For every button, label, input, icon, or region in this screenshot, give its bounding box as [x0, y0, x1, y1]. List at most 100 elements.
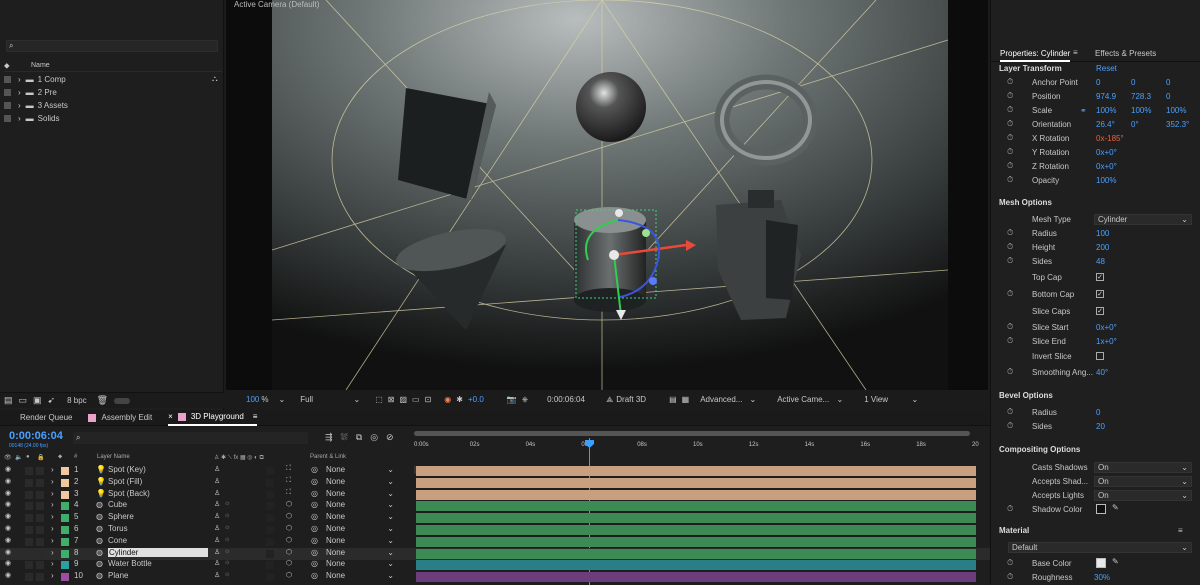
panel-menu-icon[interactable]: ≡ [253, 412, 258, 421]
chevron-right-icon[interactable]: › [51, 489, 54, 498]
mesh-option-checkbox[interactable]: ✓ [1096, 290, 1104, 298]
stopwatch-icon[interactable]: ⏱ [1007, 175, 1013, 185]
layer-row[interactable]: ◉ › 1 💡 Spot (Key) ♙ ⛶ ◎ None ⌄ [0, 465, 990, 477]
parent-select[interactable]: None ⌄ [326, 524, 394, 533]
chevron-right-icon[interactable]: › [51, 559, 54, 568]
layer-color-label[interactable] [61, 490, 69, 499]
parent-select[interactable]: None ⌄ [326, 536, 394, 545]
layer-name[interactable]: Cylinder [108, 547, 208, 557]
region-of-interest-icon[interactable]: ⬚ [375, 395, 383, 404]
parent-select[interactable]: None ⌄ [326, 477, 394, 486]
chevron-right-icon[interactable]: › [51, 512, 54, 521]
lock-toggle[interactable] [36, 573, 44, 582]
light-3d-icon[interactable]: ⛶ [286, 477, 291, 485]
parent-select[interactable]: None ⌄ [326, 512, 394, 521]
shy-switch-icon[interactable]: ♙ [214, 559, 220, 567]
time-ruler[interactable]: 0:00s02s04s06s08s10s12s14s16s18s20 [414, 430, 979, 474]
layer-duration-bar[interactable] [416, 477, 976, 488]
visibility-eye-icon[interactable]: ◉ [5, 477, 11, 485]
chevron-right-icon[interactable]: › [51, 571, 54, 580]
cube-3d-icon[interactable]: ⬡ [286, 559, 292, 567]
comp-mini-flowchart-icon[interactable]: ⇶ [325, 432, 333, 443]
graph-editor-icon[interactable]: ⊘ [386, 432, 394, 443]
lock-toggle[interactable] [36, 490, 44, 499]
transform-value[interactable]: 100% [1096, 106, 1116, 115]
flowchart-icon[interactable]: ⛬ [212, 74, 218, 84]
3d-switch[interactable] [266, 490, 274, 499]
stopwatch-icon[interactable]: ⏱ [1007, 407, 1013, 417]
transform-value[interactable]: 0x+0° [1096, 148, 1117, 157]
layer-color-label[interactable] [61, 478, 69, 487]
lock-toggle[interactable] [36, 467, 44, 475]
work-area-bar[interactable] [414, 431, 970, 436]
snapshot-icon[interactable]: 📷 [507, 395, 517, 404]
project-search-input[interactable] [16, 41, 207, 51]
pick-whip-icon[interactable]: ◎ [311, 500, 318, 509]
mesh-option-value[interactable]: 200 [1096, 243, 1109, 252]
stopwatch-icon[interactable]: ⏱ [1007, 322, 1013, 332]
layer-name[interactable]: Water Bottle [108, 559, 152, 568]
solo-toggle[interactable] [25, 467, 33, 475]
layer-name[interactable]: Spot (Back) [108, 489, 150, 498]
solo-toggle[interactable] [25, 537, 33, 546]
stopwatch-icon[interactable]: ⏱ [1007, 572, 1013, 582]
layer-color-label[interactable] [61, 467, 69, 475]
mesh-option-value[interactable]: 40° [1096, 368, 1108, 377]
3d-switch[interactable] [266, 549, 274, 558]
lock-toggle[interactable] [36, 526, 44, 534]
reset-link[interactable]: Reset [1096, 64, 1117, 73]
layer-name[interactable]: Sphere [108, 512, 134, 521]
transform-value[interactable]: 0 [1131, 78, 1135, 87]
layer-duration-bar[interactable] [416, 489, 976, 500]
lock-toggle[interactable] [36, 502, 44, 511]
label-swatch[interactable] [4, 88, 11, 96]
shy-layers-icon[interactable]: ⧉ [356, 432, 362, 443]
layer-color-label[interactable] [61, 502, 69, 511]
quality-switch-icon[interactable]: ☼ [224, 512, 230, 519]
layer-row[interactable]: ◉ › 7 ◍ Cone ♙ ☼ ⬡ ◎ None ⌄ [0, 536, 990, 548]
parent-select[interactable]: None ⌄ [326, 559, 394, 568]
timeline-tab[interactable]: Render Queue [20, 410, 72, 426]
shy-switch-icon[interactable]: ♙ [214, 477, 220, 485]
roughness-value[interactable]: 30% [1094, 573, 1110, 582]
layer-color-label[interactable] [61, 549, 69, 558]
solo-toggle[interactable] [25, 549, 33, 558]
stopwatch-icon[interactable]: ⏱ [1007, 558, 1013, 568]
parent-select[interactable]: None ⌄ [326, 500, 394, 509]
bevel-value[interactable]: 0 [1096, 408, 1100, 417]
tab-properties[interactable]: Properties: Cylinder [1000, 49, 1071, 62]
renderer-button[interactable]: ⟁ Draft 3D [606, 395, 646, 405]
transform-value[interactable]: 0 [1166, 78, 1170, 87]
layer-name[interactable]: Plane [108, 571, 128, 580]
constrain-proportions-icon[interactable]: ⚭ [1080, 106, 1087, 115]
viewer-timecode[interactable]: 0:00:06:04 [547, 395, 591, 404]
layer-row[interactable]: ◉ › 10 ◍ Plane ♙ ☼ ⬡ ◎ None ⌄ [0, 571, 990, 583]
stopwatch-icon[interactable]: ⏱ [1007, 421, 1013, 431]
bpc-label[interactable]: 8 bpc [67, 396, 87, 405]
stopwatch-icon[interactable]: ⏱ [1007, 336, 1013, 346]
visibility-eye-icon[interactable]: ◉ [5, 489, 11, 497]
project-item[interactable]: › ▬ 3 Assets [4, 99, 222, 111]
mesh-option-value[interactable]: 48 [1096, 257, 1105, 266]
layer-row[interactable]: ◉ › 2 💡 Spot (Fill) ♙ ⛶ ◎ None ⌄ [0, 477, 990, 489]
project-item[interactable]: › ▬ 1 Comp ⛬ [4, 73, 222, 85]
shy-switch-icon[interactable]: ♙ [214, 489, 220, 497]
show-snapshot-icon[interactable]: ⎈ [522, 395, 528, 405]
label-swatch[interactable] [4, 101, 11, 109]
compositing-select[interactable]: On ⌄ [1094, 461, 1192, 473]
parent-select[interactable]: None ⌄ [326, 465, 394, 474]
parent-select[interactable]: None ⌄ [326, 548, 394, 557]
lock-toggle[interactable] [36, 549, 44, 558]
quality-switch-icon[interactable]: ☼ [224, 500, 230, 507]
camera-select[interactable]: Active Came... ⌄ [777, 395, 843, 404]
draft-3d-icon[interactable]: ⛆ [341, 432, 348, 443]
shadow-color-swatch[interactable] [1096, 504, 1106, 514]
parent-select[interactable]: None ⌄ [326, 489, 394, 498]
chevron-right-icon[interactable]: › [18, 101, 21, 110]
quality-switch-icon[interactable]: ☼ [224, 571, 230, 578]
transform-value[interactable]: 0 [1096, 78, 1100, 87]
stopwatch-icon[interactable]: ⏱ [1007, 504, 1013, 514]
3d-switch[interactable] [266, 526, 274, 534]
layer-duration-bar[interactable] [416, 501, 976, 512]
layer-duration-bar[interactable] [416, 513, 976, 524]
